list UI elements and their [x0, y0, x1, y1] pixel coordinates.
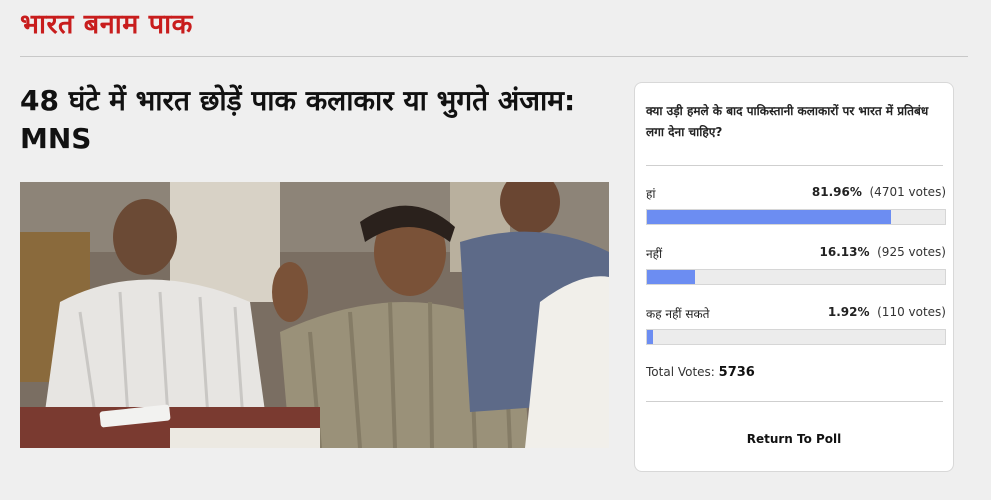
poll-divider-top [646, 165, 943, 166]
poll-option-stat: 1.92% (110 votes) [828, 305, 946, 319]
total-votes-value: 5736 [718, 365, 755, 380]
poll-widget: क्या उड़ी हमले के बाद पाकिस्तानी कलाकारो… [634, 82, 954, 472]
poll-option-votes: (4701 votes) [869, 185, 947, 199]
poll-option-label: नहीं [646, 247, 663, 261]
poll-question: क्या उड़ी हमले के बाद पाकिस्तानी कलाकारो… [646, 104, 929, 139]
section-divider [20, 56, 968, 57]
section-title[interactable]: भारत बनाम पाक [20, 4, 193, 41]
poll-option-label: हां [646, 187, 656, 201]
article-photo[interactable] [20, 182, 609, 448]
poll-option-percent: 16.13% [819, 245, 870, 259]
poll-option-votes: (110 votes) [877, 305, 946, 319]
return-to-poll-button[interactable]: Return To Poll [635, 431, 953, 447]
poll-result-bar [646, 209, 946, 225]
poll-option-votes: (925 votes) [877, 245, 946, 259]
poll-option-percent: 1.92% [827, 305, 870, 319]
poll-result-bar [646, 269, 946, 285]
poll-result-fill [647, 330, 653, 344]
poll-divider-bottom [646, 401, 943, 402]
poll-result-fill [647, 270, 696, 284]
total-votes-label: Total Votes: [646, 365, 715, 379]
total-votes: Total Votes: 5736 [646, 365, 755, 380]
article-headline[interactable]: 48 घंटे में भारत छोड़ें पाक कलाकार या भु… [20, 82, 600, 158]
poll-option-label: कह नहीं सकते [646, 307, 710, 321]
poll-option-percent: 81.96% [811, 185, 862, 199]
poll-option-stat: 81.96% (4701 votes) [812, 185, 946, 199]
poll-option-stat: 16.13% (925 votes) [820, 245, 947, 259]
poll-result-fill [647, 210, 892, 224]
poll-result-bar [646, 329, 946, 345]
